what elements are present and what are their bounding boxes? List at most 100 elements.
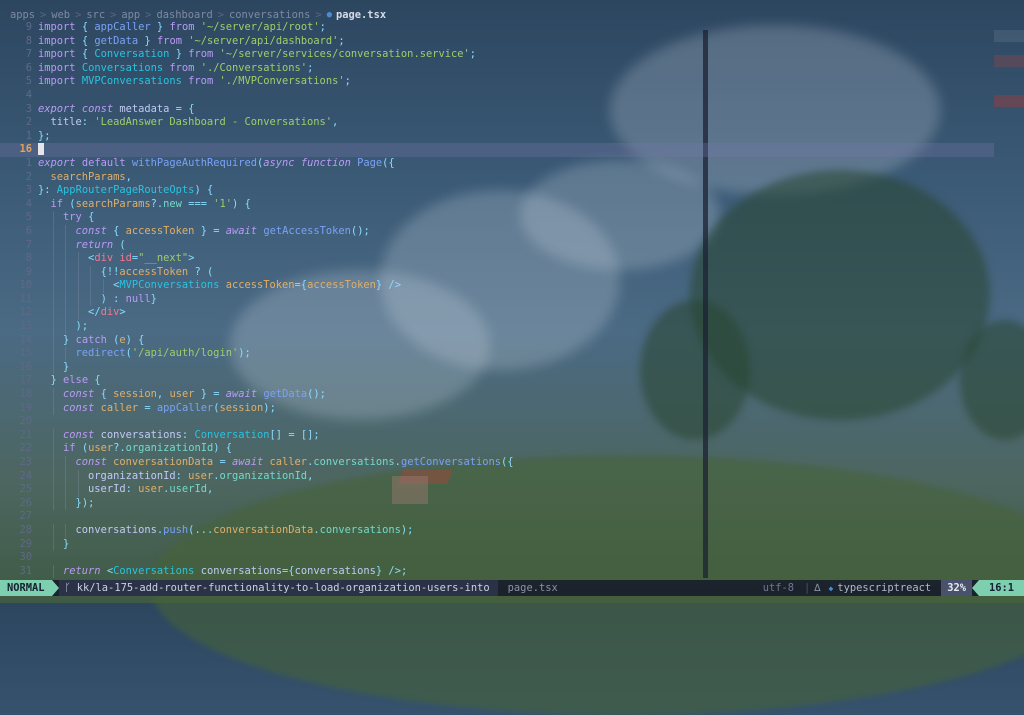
- code-text: };: [38, 129, 51, 142]
- code-line[interactable]: 9 {!!accessToken ? (: [0, 265, 994, 280]
- indent-guide: [77, 265, 79, 280]
- code-line[interactable]: 27: [0, 510, 994, 524]
- code-line[interactable]: 5 import MVPConversations from './MVPConv…: [0, 75, 994, 89]
- line-number: 18: [19, 388, 32, 401]
- code-line[interactable]: 10 <MVPConversations accessToken={access…: [0, 279, 994, 293]
- code-line[interactable]: 31 return <Conversations conversations={…: [0, 564, 994, 579]
- indent-guide: [65, 523, 67, 538]
- code-line[interactable]: 15 redirect('/api/auth/login');: [0, 347, 994, 361]
- code-line[interactable]: 22 if (user?.organizationId) {: [0, 442, 994, 456]
- indent-guide: [52, 496, 54, 511]
- line-number: 16: [19, 360, 32, 373]
- indent-guide: [77, 469, 79, 484]
- code-line[interactable]: 1};: [0, 130, 994, 144]
- code-line[interactable]: 18 const { session, user } = await getDa…: [0, 388, 994, 402]
- breadcrumb-item[interactable]: web: [51, 9, 70, 21]
- code-line[interactable]: 12 </div>: [0, 306, 994, 321]
- code-text: import { Conversation } from '~/server/s…: [38, 48, 477, 61]
- breadcrumb-separator: >: [217, 9, 225, 21]
- indent-guide: [65, 279, 67, 293]
- code-line[interactable]: 14 } catch (e) {: [0, 333, 994, 348]
- scrollbar-marks[interactable]: [994, 0, 1024, 578]
- code-line[interactable]: 1 export default withPageAuthRequired(asy…: [0, 157, 994, 171]
- line-number: 15: [19, 347, 32, 360]
- status-divider: |: [803, 582, 811, 594]
- line-number: 7: [25, 48, 32, 61]
- code-line[interactable]: 8 import { getData } from '~/server/api/d…: [0, 35, 994, 49]
- line-number: 1: [25, 129, 32, 142]
- line-number: 28: [19, 523, 32, 536]
- line-number: 8: [25, 252, 32, 265]
- indent-guide: [65, 265, 67, 280]
- code-line[interactable]: 24 organizationId: user.organizationId,: [0, 469, 994, 484]
- code-line[interactable]: 7 import { Conversation } from '~/server/…: [0, 48, 994, 62]
- powerline-separator: [971, 580, 979, 596]
- file-encoding: utf-8: [762, 582, 794, 594]
- code-line[interactable]: 25 userId: user.userId,: [0, 483, 994, 497]
- code-text: <MVPConversations accessToken={accessTok…: [113, 279, 401, 292]
- code-text: });: [75, 496, 95, 509]
- code-text: title: 'LeadAnswer Dashboard - Conversat…: [50, 116, 339, 129]
- code-text: return (: [75, 238, 126, 251]
- code-text: </div>: [88, 306, 126, 319]
- code-line[interactable]: 9 import { appCaller } from '~/server/api…: [0, 21, 994, 35]
- indent-guide: [52, 320, 54, 334]
- line-number: 21: [19, 428, 32, 441]
- line-number: 11: [19, 292, 32, 305]
- indent-guide: [77, 292, 79, 307]
- breadcrumb-file[interactable]: page.tsx: [336, 9, 386, 21]
- code-text: }: [63, 537, 70, 550]
- code-line[interactable]: 23 const conversationData = await caller…: [0, 456, 994, 470]
- indent-guide: [65, 224, 67, 239]
- code-line[interactable]: 4 if (searchParams?.new === '1') {: [0, 198, 994, 212]
- code-text: conversations.push(...conversationData.c…: [75, 523, 414, 536]
- code-line[interactable]: 20: [0, 415, 994, 429]
- code-line[interactable]: 8 <div id="__next">: [0, 252, 994, 266]
- code-line[interactable]: 11 ) : null}: [0, 292, 994, 307]
- code-text: );: [75, 320, 89, 333]
- code-line[interactable]: 6 const { accessToken } = await getAcces…: [0, 224, 994, 239]
- line-number: 9: [25, 21, 32, 33]
- breadcrumb-item[interactable]: dashboard: [156, 9, 212, 21]
- breadcrumb-item[interactable]: conversations: [229, 9, 310, 21]
- line-number: 3: [25, 184, 32, 197]
- git-branch[interactable]: ᚴ kk/la-175-add-router-functionality-to-…: [58, 580, 498, 596]
- code-line[interactable]: 13 );: [0, 320, 994, 334]
- text-cursor: [38, 143, 44, 156]
- code-text: import { getData } from '~/server/api/da…: [38, 34, 345, 47]
- code-line[interactable]: 19 const caller = appCaller(session);: [0, 401, 994, 416]
- code-line[interactable]: 2 searchParams,: [0, 171, 994, 185]
- line-number: 6: [25, 224, 32, 237]
- code-line[interactable]: 16 }: [0, 360, 994, 375]
- indent-guide: [52, 224, 54, 239]
- code-line[interactable]: 17 } else {: [0, 374, 994, 388]
- code-editor[interactable]: 9 import { appCaller } from '~/server/api…: [0, 21, 994, 579]
- code-line[interactable]: 2 title: 'LeadAnswer Dashboard - Convers…: [0, 116, 994, 130]
- code-line[interactable]: 3 export const metadata = {: [0, 103, 994, 117]
- breadcrumb-item[interactable]: app: [121, 9, 140, 21]
- code-line-current[interactable]: 16: [0, 143, 994, 157]
- code-text: } catch (e) {: [63, 333, 145, 346]
- code-line[interactable]: 29 }: [0, 537, 994, 552]
- breadcrumb-item[interactable]: src: [86, 9, 105, 21]
- code-line[interactable]: 4: [0, 89, 994, 103]
- line-number: 8: [25, 34, 32, 47]
- code-line[interactable]: 28 conversations.push(...conversationDat…: [0, 523, 994, 538]
- code-line[interactable]: 5 try {: [0, 211, 994, 225]
- breadcrumb: apps > web > src > app > dashboard > conversa…: [10, 8, 386, 22]
- code-line[interactable]: 26 });: [0, 496, 994, 511]
- line-number: 24: [19, 469, 32, 482]
- code-line[interactable]: 6 import Conversations from './Conversati…: [0, 62, 994, 76]
- code-line[interactable]: 3}: AppRouterPageRouteOpts) {: [0, 184, 994, 198]
- indent-guide: [90, 279, 92, 293]
- indent-guide: [52, 279, 54, 293]
- line-number: 12: [19, 306, 32, 319]
- powerline-separator: [51, 580, 59, 596]
- code-line[interactable]: 7 return (: [0, 238, 994, 253]
- code-text: redirect('/api/auth/login');: [75, 347, 251, 360]
- indent-guide: [65, 238, 67, 253]
- indent-guide: [65, 320, 67, 334]
- code-line[interactable]: 30: [0, 551, 994, 565]
- breadcrumb-item[interactable]: apps: [10, 9, 35, 21]
- code-line[interactable]: 21 const conversations: Conversation[] =…: [0, 428, 994, 443]
